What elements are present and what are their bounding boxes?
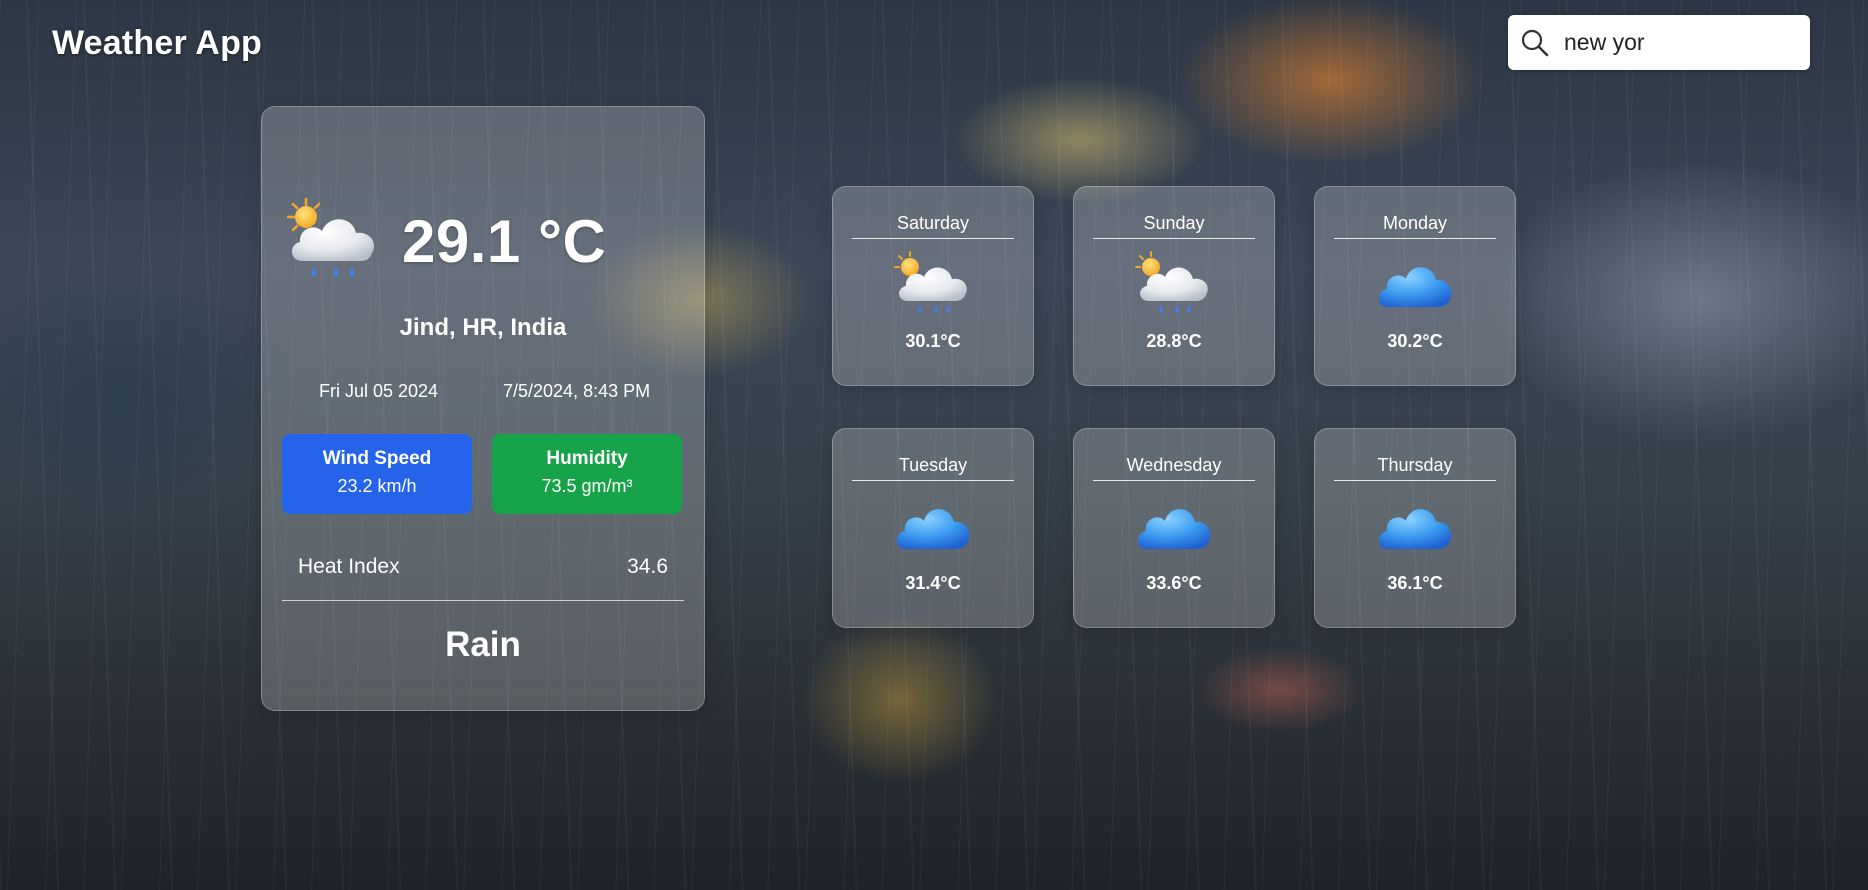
current-date: Fri Jul 05 2024 xyxy=(319,381,439,401)
humidity-label: Humidity xyxy=(546,448,628,469)
heat-index-value: 34.6 xyxy=(627,555,668,578)
search-icon[interactable] xyxy=(1520,28,1550,58)
forecast-card-tuesday: Tuesday 31.4°C xyxy=(832,428,1034,628)
sun-behind-rain-cloud-icon xyxy=(286,197,375,277)
forecast-card-wednesday: Wednesday 33.6°C xyxy=(1073,428,1275,628)
search-input[interactable] xyxy=(1562,28,1796,57)
forecast-temp: 33.6°C xyxy=(1146,573,1202,593)
forecast-card-sunday: Sunday 28.8°C xyxy=(1073,186,1275,386)
wind-speed-value: 23.2 km/h xyxy=(337,476,417,496)
forecast-day-name: Monday xyxy=(1334,213,1496,239)
forecast-day-name: Wednesday xyxy=(1093,455,1255,481)
cloud-icon xyxy=(1137,509,1211,549)
forecast-temp: 30.2°C xyxy=(1387,331,1443,351)
current-temperature: 29.1 °C xyxy=(402,208,607,275)
forecast-day-name: Saturday xyxy=(852,213,1014,239)
heat-index-label: Heat Index xyxy=(298,555,400,578)
forecast-temp: 31.4°C xyxy=(905,573,961,593)
divider xyxy=(282,600,684,601)
cloud-icon xyxy=(1378,509,1452,549)
wind-speed-box: Wind Speed 23.2 km/h xyxy=(282,434,472,514)
forecast-temp: 36.1°C xyxy=(1387,573,1443,593)
app-title: Weather App xyxy=(52,24,263,62)
current-weather-card: 29.1 °C Jind, HR, India Fri Jul 05 2024 … xyxy=(261,106,705,711)
wind-speed-label: Wind Speed xyxy=(322,448,432,469)
forecast-card-monday: Monday 30.2°C xyxy=(1314,186,1516,386)
sun-behind-rain-cloud-icon xyxy=(894,251,967,313)
search-bar[interactable] xyxy=(1508,15,1810,70)
cloud-icon xyxy=(1378,267,1452,307)
sun-behind-rain-cloud-icon xyxy=(1135,251,1208,313)
current-datetime: 7/5/2024, 8:43 PM xyxy=(503,381,651,401)
forecast-day-name: Thursday xyxy=(1334,455,1496,481)
cloud-icon xyxy=(896,509,970,549)
forecast-card-saturday: Saturday 30.1°C xyxy=(832,186,1034,386)
forecast-temp: 30.1°C xyxy=(905,331,961,351)
weather-condition: Rain xyxy=(445,625,521,664)
forecast-day-name: Tuesday xyxy=(852,455,1014,481)
location-label: Jind, HR, India xyxy=(399,314,567,341)
forecast-card-thursday: Thursday 36.1°C xyxy=(1314,428,1516,628)
humidity-value: 73.5 gm/m³ xyxy=(541,476,633,496)
forecast-temp: 28.8°C xyxy=(1146,331,1202,351)
forecast-day-name: Sunday xyxy=(1093,213,1255,239)
humidity-box: Humidity 73.5 gm/m³ xyxy=(492,434,682,514)
